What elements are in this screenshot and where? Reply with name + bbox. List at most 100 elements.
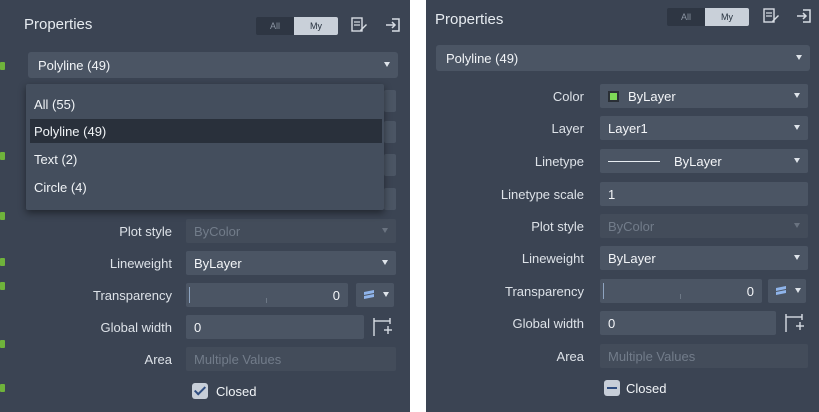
layers-icon bbox=[776, 286, 786, 295]
chevron-down-icon bbox=[794, 93, 800, 98]
area-label: Area bbox=[144, 352, 172, 367]
layer-dropdown[interactable]: Layer1 bbox=[600, 116, 808, 140]
drawing-edge-mark bbox=[0, 62, 5, 70]
popup-item-all[interactable]: All (55) bbox=[30, 92, 382, 116]
linetype-scale-value: 1 bbox=[608, 186, 616, 202]
filter-my-button[interactable]: My bbox=[294, 17, 338, 35]
color-label: Color bbox=[552, 89, 584, 104]
chevron-down-icon bbox=[796, 55, 802, 60]
lineweight-label: Lineweight bbox=[521, 251, 584, 266]
drawing-edge-mark bbox=[0, 258, 5, 266]
plot-style-value: ByColor bbox=[194, 223, 241, 239]
selection-dropdown-value: Polyline (49) bbox=[446, 50, 519, 66]
filter-toggle: All My bbox=[667, 8, 749, 26]
linetype-dropdown[interactable]: ByLayer bbox=[600, 149, 808, 173]
panel-title: Properties bbox=[435, 11, 504, 28]
drawing-edge-mark bbox=[0, 152, 5, 160]
chevron-down-icon bbox=[794, 158, 800, 163]
layers-icon bbox=[364, 290, 374, 299]
global-width-label: Global width bbox=[100, 320, 172, 335]
plot-style-label: Plot style bbox=[531, 219, 584, 234]
chevron-down-icon bbox=[794, 125, 800, 130]
popup-item-circle[interactable]: Circle (4) bbox=[30, 175, 382, 199]
hidden-control-stub bbox=[384, 154, 396, 176]
pick-width-icon[interactable] bbox=[370, 315, 394, 339]
color-dropdown[interactable]: ByLayer bbox=[600, 84, 808, 108]
pick-width-icon[interactable] bbox=[782, 311, 806, 335]
filter-my-button[interactable]: My bbox=[705, 8, 749, 26]
transparency-value: 0 bbox=[332, 287, 340, 303]
chevron-down-icon bbox=[383, 292, 389, 297]
global-width-field[interactable]: 0 bbox=[186, 315, 364, 339]
hidden-control-stub bbox=[384, 188, 396, 210]
lineweight-value: ByLayer bbox=[194, 255, 242, 271]
transparency-slider[interactable]: 0 bbox=[600, 279, 762, 303]
color-value: ByLayer bbox=[628, 88, 676, 104]
chevron-down-icon bbox=[382, 228, 388, 233]
closed-checkbox[interactable] bbox=[604, 380, 620, 396]
chevron-down-icon bbox=[795, 288, 801, 293]
plot-style-dropdown: ByColor bbox=[600, 214, 808, 238]
slider-tick bbox=[266, 298, 267, 303]
transparency-options-button[interactable] bbox=[768, 279, 806, 303]
global-width-value: 0 bbox=[194, 319, 202, 335]
filter-toggle: All My bbox=[256, 17, 338, 35]
global-width-field[interactable]: 0 bbox=[600, 311, 776, 335]
chevron-down-icon bbox=[384, 62, 390, 67]
plot-style-value: ByColor bbox=[608, 218, 655, 234]
filter-all-button[interactable]: All bbox=[667, 8, 705, 26]
slider-tick bbox=[680, 294, 681, 299]
drawing-edge-mark bbox=[0, 340, 5, 348]
lineweight-dropdown[interactable]: ByLayer bbox=[600, 246, 808, 270]
global-width-label: Global width bbox=[512, 316, 584, 331]
selection-dropdown[interactable]: Polyline (49) bbox=[28, 52, 398, 78]
properties-panel-right: Properties All My Polyline (49) Color By… bbox=[426, 0, 819, 412]
chevron-down-icon bbox=[794, 223, 800, 228]
layer-label: Layer bbox=[551, 121, 584, 136]
transparency-value: 0 bbox=[746, 283, 754, 299]
linetype-label: Linetype bbox=[534, 154, 584, 169]
color-swatch bbox=[608, 90, 619, 102]
drawing-edge-mark bbox=[0, 282, 5, 290]
panel-title: Properties bbox=[24, 16, 93, 33]
closed-checkbox[interactable] bbox=[192, 383, 208, 399]
slider-handle[interactable] bbox=[603, 283, 604, 299]
lineweight-label: Lineweight bbox=[109, 256, 172, 271]
area-label: Area bbox=[556, 349, 584, 364]
transparency-options-button[interactable] bbox=[356, 283, 394, 307]
select-objects-icon[interactable] bbox=[795, 7, 813, 25]
area-field: Multiple Values bbox=[186, 347, 396, 371]
lineweight-value: ByLayer bbox=[608, 250, 656, 266]
hidden-control-stub bbox=[384, 90, 396, 112]
closed-label: Closed bbox=[216, 384, 257, 399]
popup-item-polyline[interactable]: Polyline (49) bbox=[30, 119, 382, 143]
transparency-slider[interactable]: 0 bbox=[186, 283, 348, 307]
linetype-scale-label: Linetype scale bbox=[500, 187, 584, 202]
slider-handle[interactable] bbox=[189, 287, 190, 303]
area-field: Multiple Values bbox=[600, 344, 808, 368]
linetype-scale-field[interactable]: 1 bbox=[600, 182, 808, 206]
popup-item-text[interactable]: Text (2) bbox=[30, 147, 382, 171]
properties-panel-left: Properties All My Polyline (49) Plot sty… bbox=[0, 0, 410, 412]
area-value: Multiple Values bbox=[194, 351, 282, 367]
selection-popup-list: All (55) Polyline (49) Text (2) Circle (… bbox=[26, 84, 384, 210]
lineweight-dropdown[interactable]: ByLayer bbox=[186, 251, 396, 275]
select-objects-icon[interactable] bbox=[384, 16, 402, 34]
drawing-edge-mark bbox=[0, 212, 5, 220]
plot-style-dropdown: ByColor bbox=[186, 219, 396, 243]
selection-dropdown-value: Polyline (49) bbox=[38, 57, 111, 73]
hidden-control-stub bbox=[384, 121, 396, 143]
area-value: Multiple Values bbox=[608, 348, 696, 364]
quick-select-icon[interactable] bbox=[350, 16, 368, 34]
linetype-value: ByLayer bbox=[674, 153, 722, 169]
linetype-preview bbox=[608, 160, 660, 162]
closed-label: Closed bbox=[626, 381, 667, 396]
selection-dropdown[interactable]: Polyline (49) bbox=[436, 45, 810, 71]
filter-all-button[interactable]: All bbox=[256, 17, 294, 35]
global-width-value: 0 bbox=[608, 315, 616, 331]
chevron-down-icon bbox=[794, 255, 800, 260]
plot-style-label: Plot style bbox=[119, 224, 172, 239]
transparency-label: Transparency bbox=[505, 284, 584, 299]
quick-select-icon[interactable] bbox=[762, 7, 780, 25]
layer-value: Layer1 bbox=[608, 120, 648, 136]
